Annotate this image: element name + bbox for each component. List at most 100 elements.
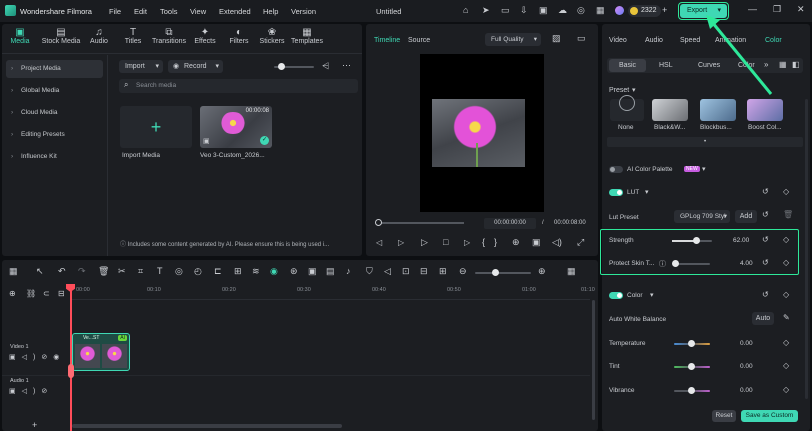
preset-expand[interactable]: •: [607, 137, 803, 147]
scrubber-knob[interactable]: [375, 219, 382, 226]
track-settings-icon[interactable]: ⊟: [58, 289, 65, 298]
sidebar-item-cloud-media[interactable]: Cloud Media: [6, 104, 103, 122]
speed-icon[interactable]: ◴: [194, 266, 202, 277]
timeline-ruler[interactable]: 00:00 00:10 00:20 00:30 00:40 00:50 01:0…: [70, 284, 595, 300]
search-input[interactable]: ⌕ Search media: [119, 79, 358, 93]
stop-icon[interactable]: □: [443, 237, 448, 247]
layout-icon[interactable]: ▤: [326, 266, 335, 277]
magnet-icon[interactable]: ⊂: [43, 289, 50, 298]
split-icon[interactable]: ✂: [118, 266, 126, 277]
protect-skin-slider[interactable]: [674, 263, 710, 265]
lut-toggle[interactable]: [609, 189, 623, 196]
temperature-knob[interactable]: [688, 340, 695, 347]
quality-dropdown[interactable]: Full Quality ▾: [485, 33, 541, 46]
layout-icon[interactable]: ▭: [577, 33, 586, 44]
keyframe-icon[interactable]: ◇: [783, 290, 789, 299]
send-icon[interactable]: ➤: [482, 5, 490, 16]
chevron-down-icon[interactable]: ▾: [632, 86, 636, 94]
preset-boost-color[interactable]: [747, 99, 783, 121]
vibrance-value[interactable]: 0.00: [740, 387, 753, 394]
reset-icon[interactable]: ↺: [762, 210, 769, 219]
ai-palette-toggle[interactable]: [609, 166, 623, 173]
tab-media[interactable]: ▣ Media: [6, 27, 34, 53]
save-as-custom-button[interactable]: Save as Custom: [741, 410, 798, 422]
menu-version[interactable]: Version: [291, 7, 316, 16]
auto-button[interactable]: Auto: [752, 312, 774, 325]
marker-icon[interactable]: ⊟: [420, 266, 428, 277]
record-dropdown[interactable]: ◉ Record ▾: [168, 60, 223, 73]
render-icon[interactable]: ⊞: [439, 266, 447, 277]
color-toggle[interactable]: [609, 292, 623, 299]
preset-blockbuster[interactable]: [700, 99, 736, 121]
thumbnail-size-knob[interactable]: [278, 63, 285, 70]
trash-icon[interactable]: 🗑: [783, 210, 793, 219]
clip-icon[interactable]: ▣: [308, 266, 317, 277]
play-icon[interactable]: ▷: [421, 237, 428, 248]
tab-filters[interactable]: ◐ Filters: [226, 27, 252, 53]
select-icon[interactable]: ↖: [36, 266, 44, 277]
reset-icon[interactable]: ↺: [762, 187, 769, 196]
keyframe-icon[interactable]: ◇: [783, 385, 789, 394]
tab-timeline[interactable]: Timeline: [374, 37, 400, 44]
reset-icon[interactable]: ↺: [762, 290, 769, 299]
subtab-compare-icon[interactable]: ◧: [792, 60, 800, 69]
playhead-scrubber[interactable]: [378, 222, 464, 224]
tab-stickers[interactable]: ❀ Stickers: [257, 27, 287, 53]
zoom-out-icon[interactable]: ⊖: [459, 266, 467, 277]
timeline-clip[interactable]: Ve...ST AI: [72, 333, 130, 371]
menu-extended[interactable]: Extended: [219, 7, 251, 16]
keyframe-icon[interactable]: ◇: [783, 258, 789, 267]
chevron-down-icon[interactable]: ▾: [650, 291, 654, 299]
menu-edit[interactable]: Edit: [134, 7, 147, 16]
help-icon[interactable]: ⓘ: [659, 259, 666, 269]
delete-icon[interactable]: 🗑: [98, 266, 109, 277]
tab-speed[interactable]: Speed: [680, 37, 700, 44]
mic-icon[interactable]: ♪: [346, 266, 351, 276]
tab-titles[interactable]: T Titles: [120, 27, 146, 53]
link-icon[interactable]: ⛓: [26, 289, 36, 298]
next-frame-icon[interactable]: ▷: [464, 238, 470, 247]
eyedropper-icon[interactable]: ✎: [783, 313, 790, 322]
add-track-icon[interactable]: ⊕: [9, 289, 16, 298]
sidebar-item-global-media[interactable]: Global Media: [6, 82, 103, 100]
minimize-icon[interactable]: —: [748, 4, 757, 14]
duration-icon[interactable]: ⊏: [214, 266, 222, 277]
preset-black-white[interactable]: [652, 99, 688, 121]
adjust-icon[interactable]: ≋: [252, 266, 260, 277]
keyframe-icon[interactable]: ◇: [783, 235, 789, 244]
add-icon[interactable]: +: [32, 420, 37, 430]
chevron-down-icon[interactable]: ▾: [702, 165, 706, 173]
monitor-icon[interactable]: ▭: [501, 5, 510, 16]
timeline-zoom-slider[interactable]: [475, 272, 531, 274]
more-icon[interactable]: ⋯: [342, 60, 351, 71]
redo-icon[interactable]: ↷: [78, 266, 86, 277]
protect-skin-value[interactable]: 4.00: [740, 260, 753, 267]
snapshot-icon[interactable]: ▣: [532, 237, 541, 248]
keyframe-icon[interactable]: ◇: [783, 338, 789, 347]
audio-track-controls[interactable]: ▣◁)⊘: [9, 387, 53, 395]
mark-out-icon[interactable]: }: [494, 237, 497, 247]
vibrance-knob[interactable]: [688, 387, 695, 394]
temperature-value[interactable]: 0.00: [740, 340, 753, 347]
shield-icon[interactable]: ⛉: [366, 266, 373, 277]
sidebar-item-project-media[interactable]: Project Media: [6, 60, 103, 78]
timeline-horizontal-scrollbar[interactable]: [72, 424, 342, 428]
property-scrollbar[interactable]: [805, 99, 808, 399]
play-range-icon[interactable]: ▷: [398, 238, 404, 247]
tab-video[interactable]: Video: [609, 37, 627, 44]
undo-icon[interactable]: ↶: [58, 266, 66, 277]
zoom-icon[interactable]: ⊕: [512, 237, 520, 248]
chevron-down-icon[interactable]: ▾: [645, 188, 649, 196]
menu-help[interactable]: Help: [263, 7, 278, 16]
menu-view[interactable]: View: [190, 7, 206, 16]
tab-audio[interactable]: ♫ Audio: [86, 27, 112, 53]
photo-icon[interactable]: ▨: [552, 33, 561, 44]
tab-stock-media[interactable]: ▤ Stock Media: [40, 27, 82, 53]
text-icon[interactable]: T: [157, 266, 163, 276]
tint-knob[interactable]: [688, 363, 695, 370]
magic-icon[interactable]: ⊛: [290, 266, 298, 277]
ai-assistant-icon[interactable]: ◉: [270, 266, 278, 277]
gift-icon[interactable]: ⌂: [463, 5, 468, 15]
ai-tool-icon[interactable]: ⊞: [234, 266, 242, 277]
menu-file[interactable]: File: [109, 7, 121, 16]
